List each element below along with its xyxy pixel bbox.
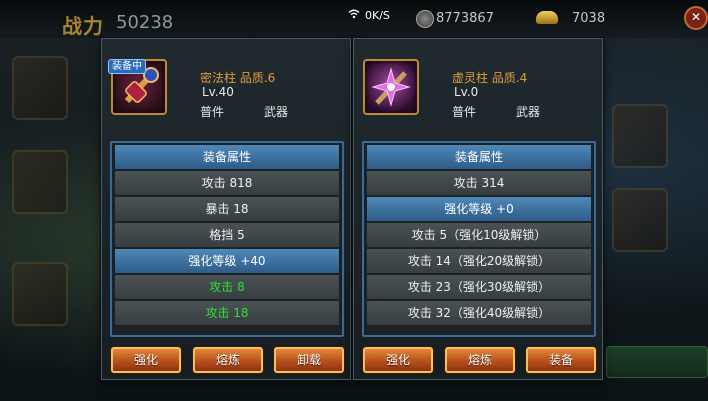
close-button[interactable]: ✕ — [684, 6, 708, 30]
enhance-button[interactable]: 强化 — [111, 347, 181, 373]
attr-row: 攻击 818 — [115, 171, 339, 195]
background-equipment-slot — [12, 150, 68, 214]
power-value: 50238 — [116, 12, 174, 33]
attr-row: 格挡 5 — [115, 223, 339, 247]
item-slot: 武器 — [516, 105, 541, 119]
attr-row: 攻击 8 — [115, 275, 339, 299]
item-name: 虚灵柱 品质.4 — [452, 71, 528, 85]
item-level: Lv.0 — [454, 85, 479, 99]
background-equipment-slot — [612, 104, 668, 168]
attr-row-enhance-level: 强化等级 +40 — [115, 249, 339, 273]
top-status-bar: 战力 50238 0K/S 8773867 7038 ✕ — [0, 0, 708, 38]
attr-row: 攻击 18 — [115, 301, 339, 325]
power-label: 战力 — [62, 14, 104, 38]
attr-row-enhance-level: 强化等级 +0 — [367, 197, 591, 221]
ingot-value: 7038 — [572, 11, 606, 26]
item-level: Lv.40 — [202, 85, 234, 99]
attr-row-locked: 攻击 5（强化10级解锁） — [367, 223, 591, 247]
unequip-button[interactable]: 卸载 — [274, 347, 344, 373]
attr-row-locked: 攻击 23（强化30级解锁） — [367, 275, 591, 299]
attr-row-locked: 攻击 32（强化40级解锁） — [367, 301, 591, 325]
compare-item-panel: 虚灵柱 品质.4 Lv.0 普件 武器 装备属性 攻击 314 强化等级 +0 … — [353, 38, 603, 380]
network-indicator: 0K/S — [348, 9, 390, 22]
gold-ingot-icon — [536, 11, 558, 24]
attr-row-locked: 攻击 14（强化20级解锁） — [367, 249, 591, 273]
background-equipment-slot — [12, 262, 68, 326]
coin-value: 8773867 — [436, 11, 494, 26]
background-equipment-slot — [12, 56, 68, 120]
attribute-list[interactable]: 装备属性 攻击 818 暴击 18 格挡 5 强化等级 +40 攻击 8 攻击 … — [110, 141, 344, 337]
background-equip-all-button — [606, 346, 708, 378]
equipped-tag: 装备中 — [108, 59, 146, 74]
item-icon-xulingzhu[interactable] — [363, 59, 419, 115]
attribute-list[interactable]: 装备属性 攻击 314 强化等级 +0 攻击 5（强化10级解锁） 攻击 14（… — [362, 141, 596, 337]
net-speed: 0K/S — [365, 9, 390, 22]
item-type: 普件 — [452, 105, 477, 119]
smelt-button[interactable]: 熔炼 — [445, 347, 515, 373]
attr-row: 暴击 18 — [115, 197, 339, 221]
smelt-button[interactable]: 熔炼 — [193, 347, 263, 373]
wifi-icon — [348, 9, 360, 22]
item-type: 普件 — [200, 105, 225, 119]
attr-row-header: 装备属性 — [367, 145, 591, 169]
close-icon: ✕ — [690, 10, 702, 24]
item-slot: 武器 — [264, 105, 289, 119]
item-name: 密法柱 品质.6 — [200, 71, 276, 85]
equipped-item-panel: 装备中 密法柱 品质.6 Lv.40 普件 武器 装备属性 攻击 818 暴击 … — [101, 38, 351, 380]
coin-icon — [416, 10, 434, 28]
background-equipment-slot — [612, 188, 668, 252]
enhance-button[interactable]: 强化 — [363, 347, 433, 373]
attr-row-header: 装备属性 — [115, 145, 339, 169]
equip-button[interactable]: 装备 — [526, 347, 596, 373]
attr-row: 攻击 314 — [367, 171, 591, 195]
